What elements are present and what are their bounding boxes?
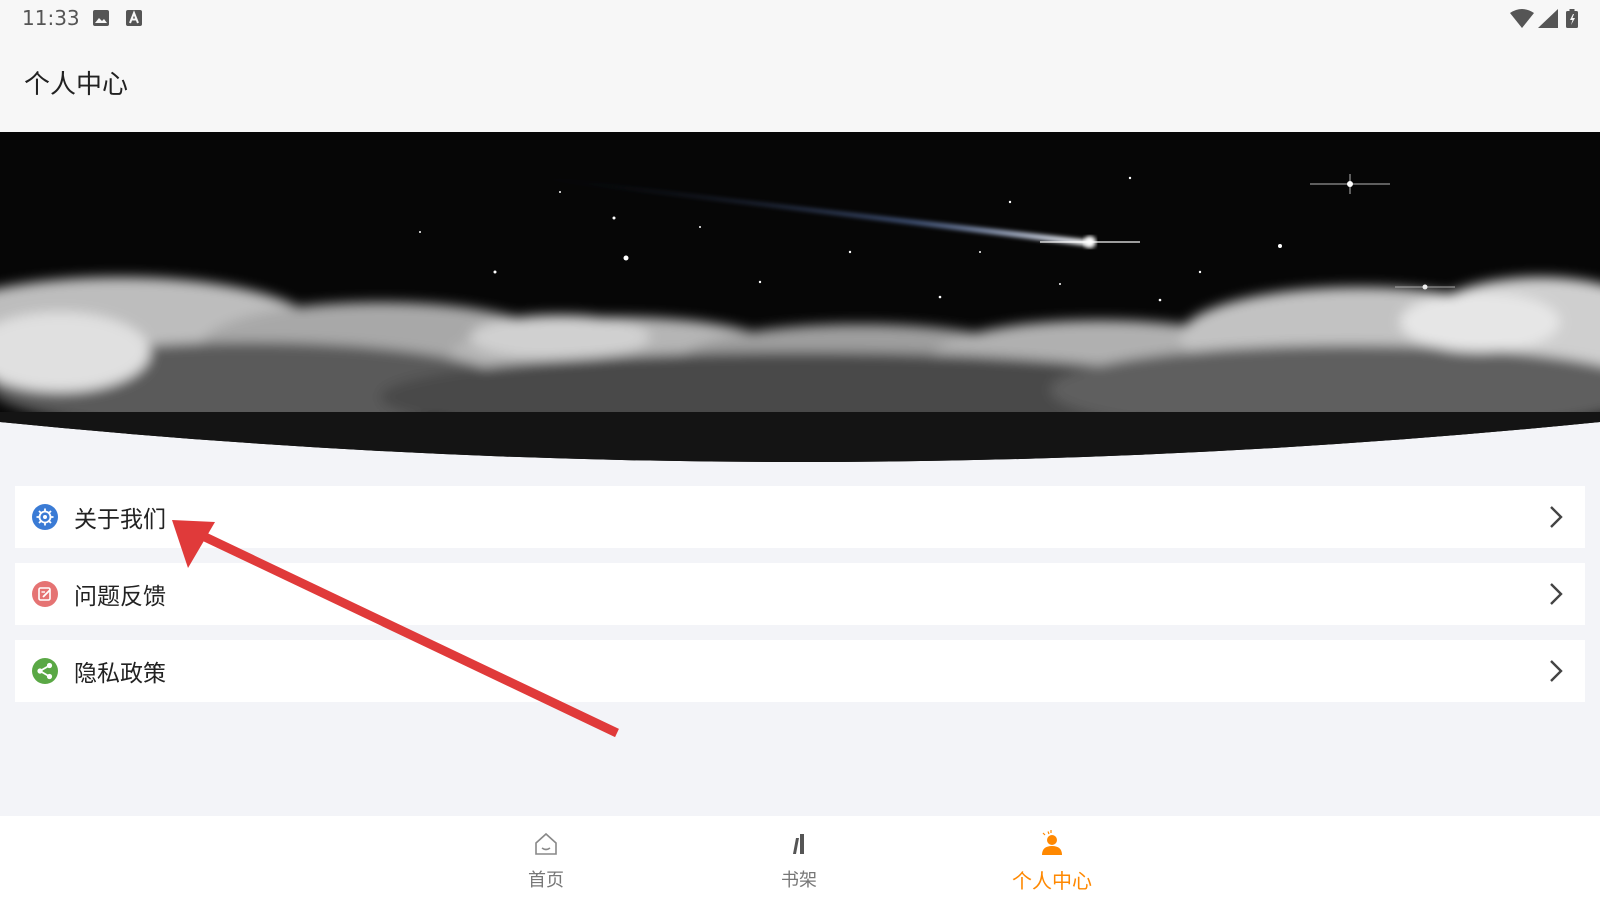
bottom-nav: 首页 书架 个人中心 xyxy=(0,816,1600,900)
menu-item-privacy-policy[interactable]: 隐私政策 xyxy=(15,640,1585,702)
tab-label-bookshelf: 书架 xyxy=(781,870,817,891)
banner-image xyxy=(0,132,1600,462)
menu-item-about-us[interactable]: 关于我们 xyxy=(15,486,1585,548)
status-time: 11:33 xyxy=(22,6,80,30)
menu-label-privacy-policy: 隐私政策 xyxy=(74,661,166,687)
wifi-icon xyxy=(1510,9,1534,28)
share-icon xyxy=(32,658,58,684)
signal-icon xyxy=(1538,9,1558,28)
menu-label-feedback: 问题反馈 xyxy=(74,584,166,610)
tab-profile[interactable]: 个人中心 xyxy=(982,816,1122,900)
menu-item-feedback[interactable]: 问题反馈 xyxy=(15,563,1585,625)
chevron-right-icon xyxy=(1550,583,1563,605)
chevron-right-icon xyxy=(1550,506,1563,528)
tab-home[interactable]: 首页 xyxy=(476,816,616,900)
gear-icon xyxy=(32,504,58,530)
bookshelf-icon xyxy=(793,834,804,854)
battery-icon xyxy=(1566,9,1578,28)
tab-label-home: 首页 xyxy=(528,870,564,891)
text-a-icon xyxy=(126,10,142,26)
home-icon xyxy=(535,832,557,855)
app-bar: 个人中心 xyxy=(0,38,1600,132)
person-icon xyxy=(1042,830,1062,855)
tab-label-profile: 个人中心 xyxy=(1012,869,1092,893)
page-title: 个人中心 xyxy=(24,70,129,100)
chevron-right-icon xyxy=(1550,660,1563,682)
status-bar: 11:33 xyxy=(0,0,1600,38)
edit-icon xyxy=(32,581,58,607)
image-icon xyxy=(93,10,109,26)
menu-label-about-us: 关于我们 xyxy=(74,507,166,533)
tab-bookshelf[interactable]: 书架 xyxy=(729,816,869,900)
